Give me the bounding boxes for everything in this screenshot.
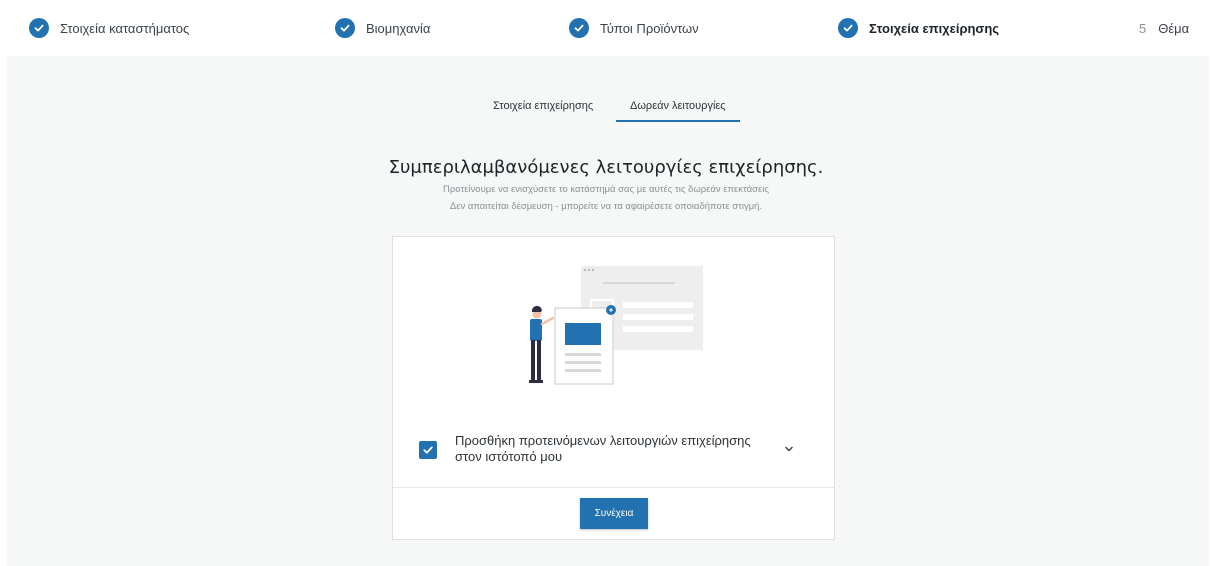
check-circle-icon bbox=[335, 18, 355, 38]
subtitle-line-2: Δεν απαιτείται δέσμευση - μπορείτε να τα… bbox=[449, 201, 763, 212]
tab-business-details[interactable]: Στοιχεία επιχείρησης bbox=[493, 100, 593, 120]
features-card: Προσθήκη προτεινόμενων λειτουργιών επιχε… bbox=[392, 236, 835, 540]
step-industry[interactable]: Βιομηχανία bbox=[335, 16, 430, 40]
step-label: Στοιχεία επιχείρησης bbox=[869, 20, 1000, 36]
progress-stepper: Στοιχεία καταστήματος Βιομηχανία Τύποι Π… bbox=[0, 0, 1212, 56]
step-product-types[interactable]: Τύποι Προϊόντων bbox=[569, 16, 699, 40]
add-features-checkbox[interactable] bbox=[419, 441, 437, 459]
step-store-details[interactable]: Στοιχεία καταστήματος bbox=[29, 16, 189, 40]
step-label: Τύποι Προϊόντων bbox=[600, 20, 699, 36]
page-title: Συμπεριλαμβανόμενες λειτουργίες επιχείρη… bbox=[388, 157, 824, 178]
subtitle-line-1: Προτείνουμε να ενισχύσετε το κατάστημά σ… bbox=[443, 184, 769, 195]
illustration bbox=[529, 266, 703, 385]
checkbox-checked-icon bbox=[423, 446, 433, 454]
step-number: 5 bbox=[1139, 20, 1147, 36]
add-features-label: Προσθήκη προτεινόμενων λειτουργιών επιχε… bbox=[455, 433, 751, 464]
step-business-details[interactable]: Στοιχεία επιχείρησης bbox=[838, 16, 999, 40]
chevron-down-icon[interactable] bbox=[779, 439, 799, 459]
step-theme[interactable]: 5 Θέμα bbox=[1139, 16, 1189, 40]
check-circle-icon bbox=[29, 18, 49, 38]
card-divider bbox=[393, 487, 834, 488]
feature-option-row: Προσθήκη προτεινόμενων λειτουργιών επιχε… bbox=[417, 433, 812, 477]
tab-free-features[interactable]: Δωρεάν λειτουργίες bbox=[616, 100, 740, 122]
check-circle-icon bbox=[569, 18, 589, 38]
step-label: Βιομηχανία bbox=[366, 20, 431, 36]
step-label: Θέμα bbox=[1158, 20, 1190, 36]
step-label: Στοιχεία καταστήματος bbox=[60, 20, 190, 36]
continue-button[interactable]: Συνέχεια bbox=[580, 498, 648, 529]
check-circle-icon bbox=[838, 18, 858, 38]
